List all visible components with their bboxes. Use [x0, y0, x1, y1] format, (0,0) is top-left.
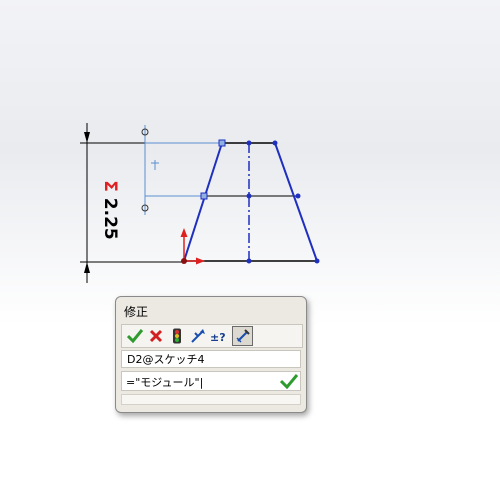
expression-value-text: ="モジュール"| — [126, 376, 204, 389]
dialog-toolbar: ±? — [121, 324, 303, 348]
dimension-arrow-top — [84, 132, 90, 143]
dimension-value-text: 2.25 — [99, 197, 120, 240]
sketch-point-bottom-mid[interactable] — [246, 258, 252, 264]
origin-point[interactable] — [181, 258, 187, 264]
origin-y-arrow — [180, 228, 188, 237]
cancel-x-icon[interactable] — [146, 326, 166, 346]
dialog-footer — [121, 394, 301, 405]
sketch-point-top-left[interactable] — [218, 139, 226, 147]
sketch-point-mid-center[interactable] — [246, 193, 252, 199]
dimension-value-label[interactable]: Σ 2.25 — [100, 180, 120, 240]
dialog-title: 修正 — [124, 305, 149, 319]
svg-text:±?: ±? — [210, 331, 226, 344]
modify-dialog: 修正 ±? D2@スケッチ4 ="モジュール"| — [115, 296, 307, 413]
sketch-point-bottom-right[interactable] — [314, 258, 320, 264]
mark-for-drawing-icon[interactable] — [232, 326, 253, 346]
expression-input[interactable]: ="モジュール"| — [121, 371, 301, 391]
sketch-point-mid-left[interactable] — [200, 192, 208, 200]
sketch-line-left-side[interactable] — [183, 142, 223, 262]
sketch-point-top-mid[interactable] — [246, 140, 252, 146]
parameter-name-field: D2@スケッチ4 — [121, 350, 301, 368]
dimension-arrow-bottom — [84, 262, 90, 273]
sketch-point-top-right[interactable] — [272, 140, 278, 146]
ok-check-icon[interactable] — [125, 326, 145, 346]
sketch-line-right-side[interactable] — [274, 142, 318, 262]
graphics-viewport[interactable]: Σ 2.25 — [0, 0, 500, 500]
reverse-dimension-icon[interactable] — [188, 326, 208, 346]
equation-sigma-icon: Σ — [99, 180, 120, 192]
plus-minus-question-icon[interactable]: ±? — [209, 326, 229, 346]
rebuild-traffic-light-icon[interactable] — [167, 326, 187, 346]
sketch-point-mid-right[interactable] — [295, 193, 301, 199]
origin-x-arrow — [196, 257, 205, 265]
sketch-canvas[interactable] — [0, 0, 500, 500]
confirm-check-icon[interactable] — [279, 373, 299, 390]
